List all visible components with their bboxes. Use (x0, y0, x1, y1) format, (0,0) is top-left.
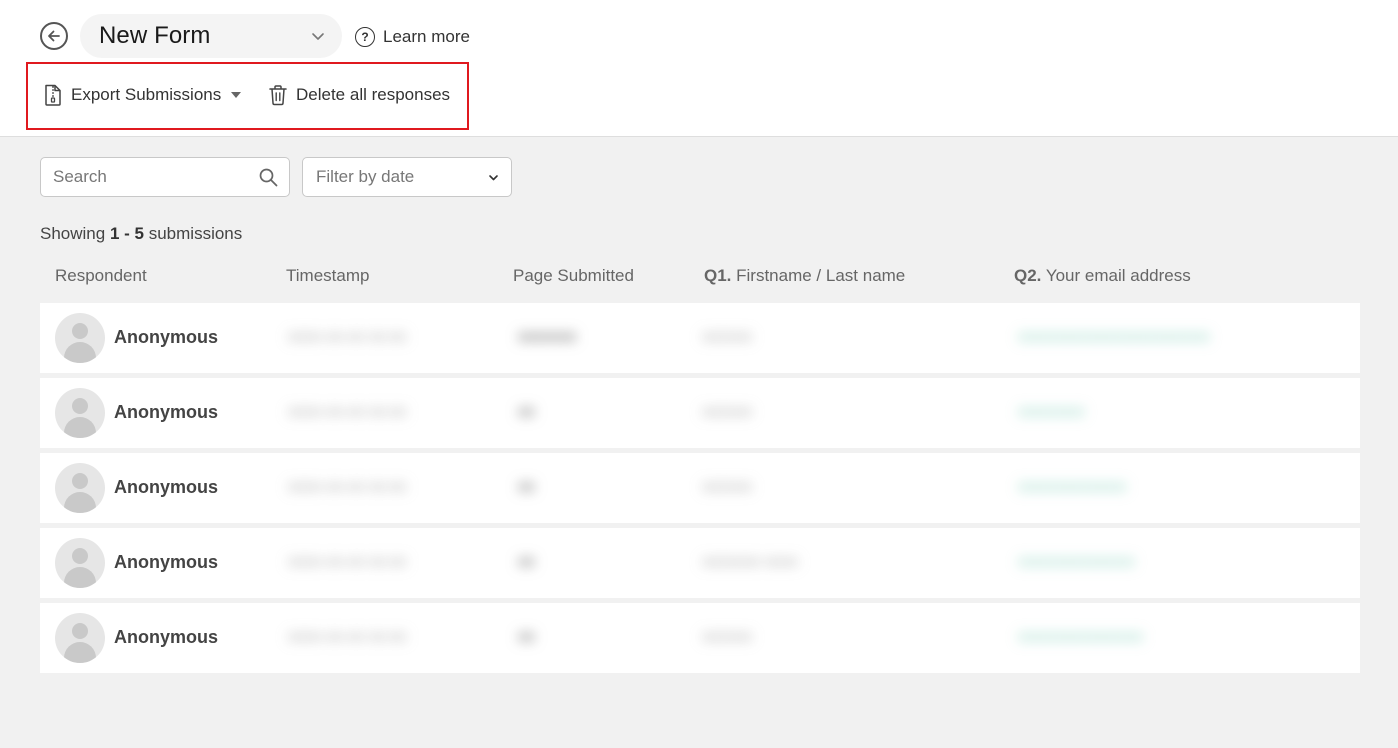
filter-by-date-select[interactable]: Filter by date (302, 157, 512, 197)
column-header-respondent: Respondent (55, 266, 147, 285)
delete-all-responses-label: Delete all responses (296, 85, 451, 104)
respondent-name: Anonymous (114, 327, 219, 347)
chevron-down-icon (312, 33, 324, 40)
q2-number: Q2. (1014, 266, 1042, 285)
form-title: New Form (99, 22, 211, 49)
respondent-name: Anonymous (114, 627, 219, 647)
export-submissions-button[interactable]: Export Submissions (43, 82, 242, 108)
avatar-icon (55, 313, 105, 363)
caret-down-icon (231, 92, 242, 98)
delete-all-responses-button[interactable]: Delete all responses (268, 82, 450, 108)
privacy-blur-overlay (271, 378, 1323, 448)
q1-number: Q1. (704, 266, 732, 285)
q2-label: Your email address (1045, 266, 1191, 285)
avatar-icon (55, 538, 105, 588)
filter-by-date-label: Filter by date (316, 167, 415, 186)
search-input[interactable] (41, 158, 241, 196)
privacy-blur-overlay (271, 528, 1323, 598)
column-header-q1: Q1. Firstname / Last name (704, 266, 905, 286)
learn-more-label: Learn more (383, 27, 470, 46)
table-row[interactable]: Anonymous 0000-00-00 00:00 00 0000000 00… (40, 528, 1360, 598)
table-row[interactable]: Anonymous 0000-00-00 00:00 00 000000 000… (40, 603, 1360, 673)
form-selector-dropdown[interactable]: New Form (80, 14, 342, 58)
table-row[interactable]: Anonymous 0000-00-00 00:00 00 000000 000… (40, 453, 1360, 523)
respondent-name: Anonymous (114, 552, 219, 572)
export-submissions-label: Export Submissions (71, 85, 222, 104)
submissions-table: Anonymous 0000-00-00 00:00 0000000 00000… (40, 303, 1360, 678)
learn-more-link[interactable]: ? Learn more (355, 25, 470, 49)
chevron-down-icon (489, 175, 498, 181)
results-range: 1 - 5 (109, 224, 144, 243)
respondent-name: Anonymous (114, 477, 219, 497)
results-count-suffix: submissions (148, 224, 243, 243)
respondent-name: Anonymous (114, 402, 219, 422)
avatar-icon (55, 463, 105, 513)
avatar-icon (55, 388, 105, 438)
top-bar: New Form ? Learn more Export Submissions (0, 0, 1398, 137)
question-circle-icon: ? (355, 27, 375, 47)
table-header: Respondent Timestamp Page Submitted Q1. … (40, 266, 1360, 290)
results-count-prefix: Showing (40, 224, 106, 243)
table-row[interactable]: Anonymous 0000-00-00 00:00 00 000000 000… (40, 378, 1360, 448)
table-row[interactable]: Anonymous 0000-00-00 00:00 0000000 00000… (40, 303, 1360, 373)
avatar-icon (55, 613, 105, 663)
trash-icon (269, 85, 287, 106)
arrow-left-icon (48, 30, 60, 42)
privacy-blur-overlay (271, 453, 1323, 523)
column-header-q2: Q2. Your email address (1014, 266, 1191, 286)
results-count: Showing 1 - 5 submissions (40, 224, 242, 244)
column-header-page-submitted: Page Submitted (513, 266, 634, 285)
privacy-blur-overlay (271, 603, 1323, 673)
privacy-blur-overlay (271, 303, 1323, 373)
submission-actions: Export Submissions Delete all responses (26, 62, 469, 130)
q1-label: Firstname / Last name (736, 266, 906, 285)
search-icon[interactable] (259, 168, 278, 187)
back-button[interactable] (40, 22, 68, 50)
search-field (40, 157, 290, 197)
zip-file-icon (45, 84, 61, 106)
column-header-timestamp: Timestamp (286, 266, 370, 285)
